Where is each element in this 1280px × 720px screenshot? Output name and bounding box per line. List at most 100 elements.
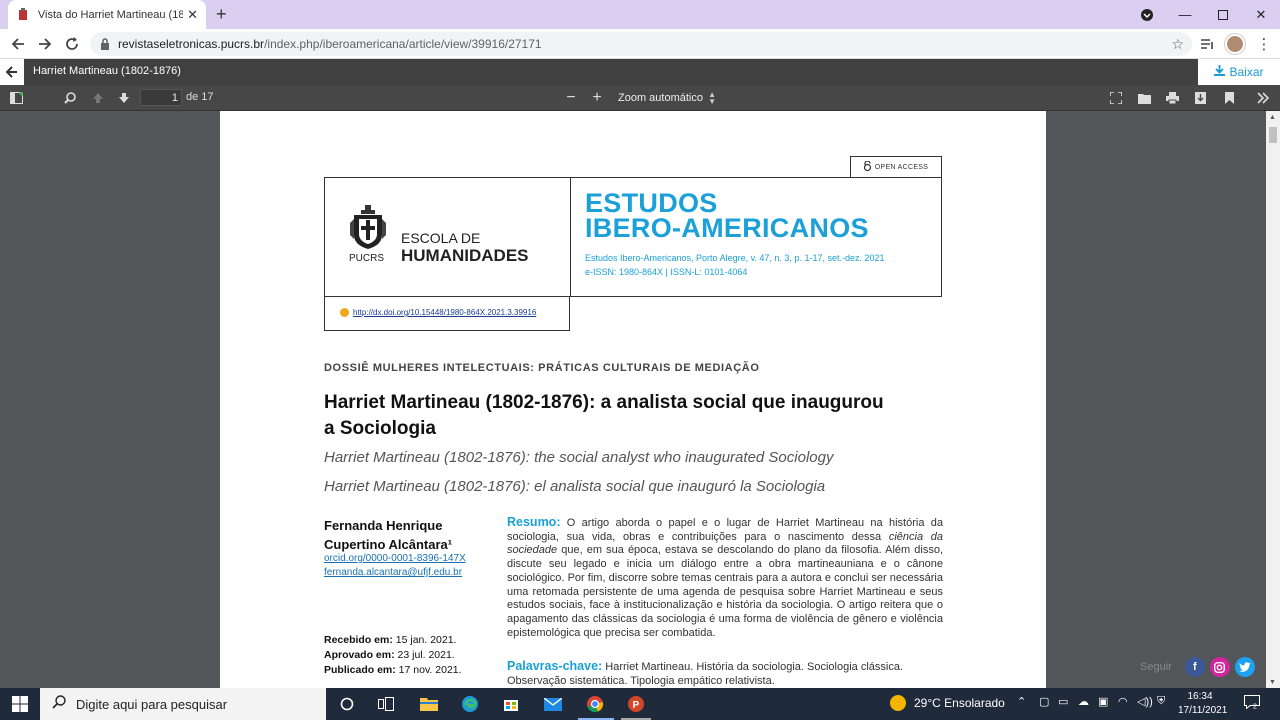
tab-strip: Vista do Harriet Martineau (1802 ✕ + — ✕	[0, 0, 1280, 29]
doi-link[interactable]: http://dx.doi.org/10.15448/1980-864X.202…	[340, 308, 536, 317]
scrollbar-thumb[interactable]	[1269, 127, 1277, 143]
weather-text: 29°C Ensolarado	[914, 696, 1005, 710]
published-date: Publicado em: 17 nov. 2021.	[324, 664, 462, 676]
zoom-select[interactable]: Zoom automático ▲ ▼	[614, 89, 722, 107]
open-access-label: OPEN ACCESS	[874, 163, 929, 171]
task-view-icon[interactable]	[374, 692, 398, 716]
maximize-button[interactable]	[1204, 0, 1242, 29]
facebook-icon[interactable]: f	[1184, 657, 1205, 677]
journal-title-line2: IBERO-AMERICANOS	[585, 213, 869, 243]
pdf-viewer-area[interactable]: OPEN ACCESS PUCRS ESCOLA DE HUMANIDADES	[0, 111, 1280, 688]
open-file-icon[interactable]	[1136, 90, 1152, 106]
reading-list-icon[interactable]	[1198, 34, 1218, 54]
powerpoint-icon[interactable]: P	[624, 692, 648, 716]
back-button[interactable]	[8, 34, 28, 54]
clock-date: 17/11/2021	[1178, 705, 1228, 716]
next-page-icon[interactable]	[116, 90, 132, 106]
doi-box: http://dx.doi.org/10.15448/1980-864X.202…	[324, 296, 570, 331]
windows-start-button[interactable]	[0, 688, 40, 720]
edge-browser-icon[interactable]	[458, 692, 482, 716]
pdf-document-title: Harriet Martineau (1802-1876)	[33, 65, 181, 77]
search-placeholder: Digite aqui para pesquisar	[76, 696, 228, 712]
chrome-icon[interactable]	[583, 692, 607, 716]
journal-issn: e-ISSN: 1980-864X | ISSN-L: 0101-4064	[585, 267, 748, 277]
page-number-input[interactable]	[140, 89, 182, 106]
open-access-badge: OPEN ACCESS	[850, 156, 942, 178]
close-window-button[interactable]: ✕	[1242, 0, 1280, 29]
tab-close-icon[interactable]: ✕	[187, 7, 198, 23]
instagram-icon[interactable]	[1209, 657, 1230, 677]
pdf-title-bar: Harriet Martineau (1802-1876) Baixar	[0, 59, 1280, 85]
tab-search-icon[interactable]	[1128, 0, 1166, 29]
mail-icon[interactable]	[541, 692, 565, 716]
bookmark-star-icon[interactable]: ☆	[1171, 36, 1184, 53]
page-count: de 17	[186, 91, 214, 103]
cortana-icon[interactable]	[335, 692, 359, 716]
file-explorer-icon[interactable]	[417, 692, 441, 716]
sun-icon	[890, 695, 906, 711]
dossier-heading: DOSSIÊ MULHERES INTELECTUAIS: PRÁTICAS C…	[324, 362, 760, 374]
tools-chevron-icon[interactable]	[1255, 90, 1271, 106]
find-icon[interactable]	[62, 90, 78, 106]
meet-now-icon[interactable]: ▢	[1039, 695, 1049, 708]
battery-icon[interactable]: ▭	[1058, 695, 1068, 708]
onedrive-icon[interactable]: ☁	[1078, 695, 1089, 708]
abstract: Resumo: O artigo aborda o papel e o luga…	[507, 515, 943, 640]
browser-toolbar: revistaseletronicas.pucrs.br/index.php/i…	[0, 29, 1280, 59]
profile-avatar[interactable]	[1225, 34, 1245, 54]
notification-center-icon[interactable]: 2	[1244, 695, 1260, 712]
security-icon[interactable]: ⛨	[1157, 695, 1165, 708]
bookmark-icon[interactable]	[1221, 90, 1237, 106]
forward-button[interactable]	[35, 34, 55, 54]
abstract-text-1: O artigo aborda o papel e o lugar de Har…	[507, 517, 943, 543]
previous-page-icon[interactable]	[90, 90, 106, 106]
save-icon[interactable]	[1192, 90, 1208, 106]
sidebar-toggle-icon[interactable]	[8, 90, 24, 106]
vertical-scrollbar[interactable]: ▲ ▼	[1266, 111, 1280, 688]
wifi-icon[interactable]: ◠	[1118, 695, 1128, 708]
volume-icon[interactable]: ◁))	[1137, 695, 1153, 708]
print-icon[interactable]	[1164, 90, 1180, 106]
menu-dots-icon[interactable]: ⋮	[1254, 34, 1274, 54]
pdf-page: OPEN ACCESS PUCRS ESCOLA DE HUMANIDADES	[220, 111, 1046, 688]
journal-citation: Estudos Ibero-Americanos, Porto Alegre, …	[585, 253, 885, 263]
approved-date: Aprovado em: 23 jul. 2021.	[324, 649, 455, 661]
store-icon[interactable]	[499, 692, 523, 716]
lock-icon[interactable]	[100, 38, 110, 50]
weather-widget[interactable]: 29°C Ensolarado	[890, 695, 1005, 711]
reload-button[interactable]	[62, 34, 82, 54]
doi-icon	[340, 308, 349, 317]
new-tab-button[interactable]: +	[216, 5, 227, 23]
pucrs-label: PUCRS	[349, 253, 385, 264]
zoom-in-button[interactable]: +	[589, 89, 605, 106]
system-clock[interactable]: 16:34 17/11/2021	[1178, 690, 1228, 718]
pdf-toolbar: de 17 − + Zoom automático ▲▼	[0, 85, 1280, 111]
show-hidden-icons-icon[interactable]: ⌃	[1017, 695, 1026, 708]
presentation-mode-icon[interactable]	[1108, 90, 1124, 106]
minimize-button[interactable]: —	[1166, 0, 1204, 29]
download-button[interactable]: Baixar	[1198, 59, 1280, 85]
zoom-out-button[interactable]: −	[563, 89, 579, 106]
twitter-icon[interactable]	[1234, 657, 1255, 677]
social-links: Seguir f	[1140, 657, 1255, 677]
search-icon	[52, 694, 66, 714]
author-name-line2: Cupertino Alcântara¹	[324, 537, 453, 552]
download-icon	[1214, 65, 1226, 79]
network-drive-icon[interactable]: ▣	[1098, 695, 1108, 708]
download-label: Baixar	[1229, 65, 1264, 79]
scroll-up-icon[interactable]: ▲	[1269, 114, 1276, 121]
email-link[interactable]: fernanda.alcantara@ufjf.edu.br	[324, 567, 462, 578]
pdf-back-arrow-icon[interactable]	[0, 59, 24, 85]
abstract-text-2: que, em sua época, estava se descolando …	[507, 544, 943, 639]
doi-text: http://dx.doi.org/10.15448/1980-864X.202…	[353, 308, 537, 317]
zoom-value: Zoom automático	[618, 92, 703, 104]
browser-tab[interactable]: Vista do Harriet Martineau (1802 ✕	[8, 0, 206, 29]
taskbar-search[interactable]: Digite aqui para pesquisar	[40, 688, 326, 720]
keywords-label: Palavras-chave:	[507, 659, 603, 673]
school-name-line1: ESCOLA DE	[401, 230, 481, 246]
scroll-down-icon[interactable]: ▼	[1269, 679, 1276, 686]
pucrs-favicon-icon	[16, 7, 30, 22]
orcid-link[interactable]: orcid.org/0000-0001-8396-147X	[324, 553, 466, 564]
address-bar[interactable]: revistaseletronicas.pucrs.br/index.php/i…	[90, 32, 1192, 56]
author-name: Fernanda Henrique Cupertino Alcântara¹	[324, 516, 452, 554]
